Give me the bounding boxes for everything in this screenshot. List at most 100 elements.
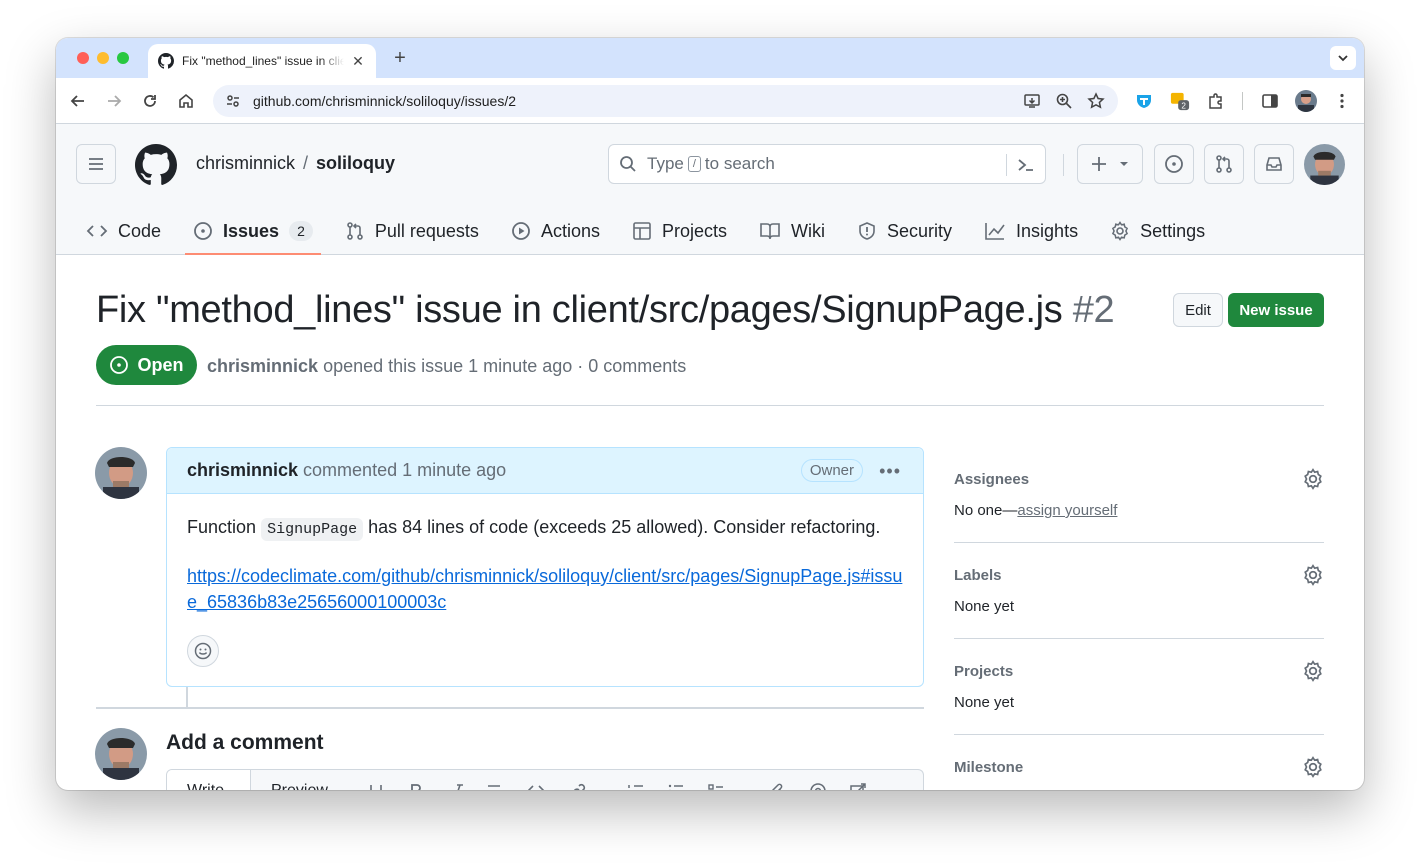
labels-gear-icon[interactable]	[1302, 564, 1324, 586]
link-icon[interactable]	[569, 782, 587, 790]
comment-author-avatar[interactable]	[95, 447, 147, 499]
sidebar-divider	[954, 734, 1324, 735]
github-logo-icon[interactable]	[135, 144, 177, 186]
minimize-window-button[interactable]	[97, 52, 109, 64]
tab-projects-label: Projects	[661, 220, 727, 241]
issue-title-text: Fix "method_lines" issue in client/src/p…	[96, 289, 1063, 331]
command-palette-button[interactable]	[1015, 154, 1037, 176]
tab-insights[interactable]: Insights	[976, 207, 1086, 255]
install-app-icon[interactable]	[1022, 91, 1042, 111]
comment-timestamp[interactable]: commented 1 minute ago	[303, 460, 506, 481]
italic-icon[interactable]	[449, 782, 467, 790]
tab-code[interactable]: Code	[78, 207, 169, 255]
terminal-icon	[1018, 159, 1033, 171]
issue-opened-icon	[1165, 155, 1183, 173]
maximize-window-button[interactable]	[117, 52, 129, 64]
issue-author-link[interactable]: chrisminnick	[207, 356, 318, 376]
breadcrumb-repo[interactable]: soliloquy	[316, 153, 395, 173]
labels-value: None yet	[954, 598, 1015, 615]
ordered-list-icon[interactable]	[627, 782, 645, 790]
extension-badge-icon[interactable]: 2	[1170, 91, 1190, 111]
issue-state-badge: Open	[96, 345, 197, 385]
projects-gear-icon[interactable]	[1302, 660, 1324, 682]
reload-button[interactable]	[140, 91, 160, 111]
edit-title-button[interactable]: Edit	[1173, 293, 1223, 327]
milestone-gear-icon[interactable]	[1302, 756, 1324, 778]
unordered-list-icon[interactable]	[667, 782, 685, 790]
tab-actions[interactable]: Actions	[503, 207, 608, 255]
tab-projects[interactable]: Projects	[624, 207, 735, 255]
hamburger-icon	[89, 158, 103, 170]
pull-requests-shortcut-button[interactable]	[1204, 144, 1244, 184]
create-new-button[interactable]	[1077, 144, 1143, 184]
hamburger-menu-button[interactable]	[76, 144, 116, 184]
current-user-avatar[interactable]	[95, 728, 147, 780]
address-bar[interactable]: github.com/chrisminnick/soliloquy/issues…	[213, 85, 1118, 117]
tab-write[interactable]: Write	[167, 770, 251, 790]
bold-icon[interactable]	[407, 782, 425, 790]
new-tab-button[interactable]: +	[389, 47, 411, 70]
sidebar-projects: Projects None yet	[954, 660, 1324, 711]
issue-state-label: Open	[137, 354, 184, 375]
attach-icon[interactable]	[767, 782, 785, 790]
tab-title: Fix "method_lines" issue in client/src/p…	[182, 54, 344, 68]
breadcrumb-owner[interactable]: chrisminnick	[196, 153, 295, 173]
extensions-puzzle-icon[interactable]	[1206, 91, 1226, 111]
tab-security[interactable]: Security	[849, 207, 960, 255]
shield-icon	[859, 222, 875, 240]
play-icon	[512, 222, 530, 240]
profile-avatar-icon[interactable]	[1295, 90, 1317, 112]
inbox-button[interactable]	[1254, 144, 1294, 184]
github-favicon-icon	[158, 53, 174, 69]
graph-icon	[985, 223, 1005, 240]
extension-shield-icon[interactable]	[1134, 91, 1154, 111]
search-input[interactable]: Type / to search	[608, 144, 1046, 184]
comment-options-icon[interactable]: •••	[879, 461, 901, 482]
code-icon[interactable]	[527, 782, 545, 790]
codeclimate-link[interactable]: https://codeclimate.com/github/chrisminn…	[187, 563, 903, 615]
search-icon	[620, 156, 636, 172]
tab-pull-requests[interactable]: Pull requests	[337, 207, 487, 255]
heading-icon[interactable]	[367, 782, 385, 790]
tab-issues-label: Issues	[223, 220, 280, 241]
browser-menu-icon[interactable]	[1332, 91, 1352, 111]
assign-yourself-link[interactable]: assign yourself	[1017, 502, 1117, 519]
quote-icon[interactable]	[485, 782, 503, 790]
issues-shortcut-button[interactable]	[1154, 144, 1194, 184]
owner-badge: Owner	[800, 459, 863, 482]
extension-badge-count: 2	[1181, 101, 1186, 110]
tab-issues[interactable]: Issues 2	[185, 207, 321, 255]
zoom-icon[interactable]	[1054, 91, 1074, 111]
browser-window: Fix "method_lines" issue in client/src/p…	[56, 38, 1364, 790]
comment-body: Function SignupPage has 84 lines of code…	[167, 494, 923, 667]
site-settings-icon	[227, 95, 239, 107]
reference-icon[interactable]	[849, 782, 867, 790]
home-button[interactable]	[176, 91, 196, 111]
git-pull-request-icon	[1216, 155, 1232, 173]
assignees-value: No one—assign yourself	[954, 502, 1324, 519]
comment-editor-toolbar: Write Preview	[166, 769, 924, 790]
new-issue-button[interactable]: New issue	[1228, 293, 1324, 327]
tab-strip: Fix "method_lines" issue in client/src/p…	[56, 38, 1364, 78]
task-list-icon[interactable]	[707, 782, 725, 790]
tab-wiki[interactable]: Wiki	[751, 207, 833, 255]
add-comment-heading: Add a comment	[166, 731, 324, 754]
comment-author-link[interactable]: chrisminnick	[187, 460, 298, 481]
tab-search-button[interactable]	[1330, 46, 1356, 70]
forward-button[interactable]	[104, 91, 124, 111]
tab-settings[interactable]: Settings	[1102, 207, 1213, 255]
side-panel-icon[interactable]	[1260, 91, 1280, 111]
home-icon	[179, 93, 193, 108]
tab-close-icon[interactable]: ✕	[350, 53, 366, 70]
bookmark-star-icon[interactable]	[1086, 91, 1106, 111]
mention-icon[interactable]	[809, 782, 827, 790]
tab-code-label: Code	[118, 220, 162, 241]
tab-wiki-label: Wiki	[791, 220, 825, 241]
back-button[interactable]	[68, 91, 88, 111]
user-avatar[interactable]	[1304, 144, 1345, 185]
add-reaction-button[interactable]	[187, 635, 219, 667]
browser-tab[interactable]: Fix "method_lines" issue in client/src/p…	[148, 44, 376, 78]
assignees-gear-icon[interactable]	[1302, 468, 1324, 490]
tab-preview[interactable]: Preview	[271, 782, 328, 790]
close-window-button[interactable]	[77, 52, 89, 64]
